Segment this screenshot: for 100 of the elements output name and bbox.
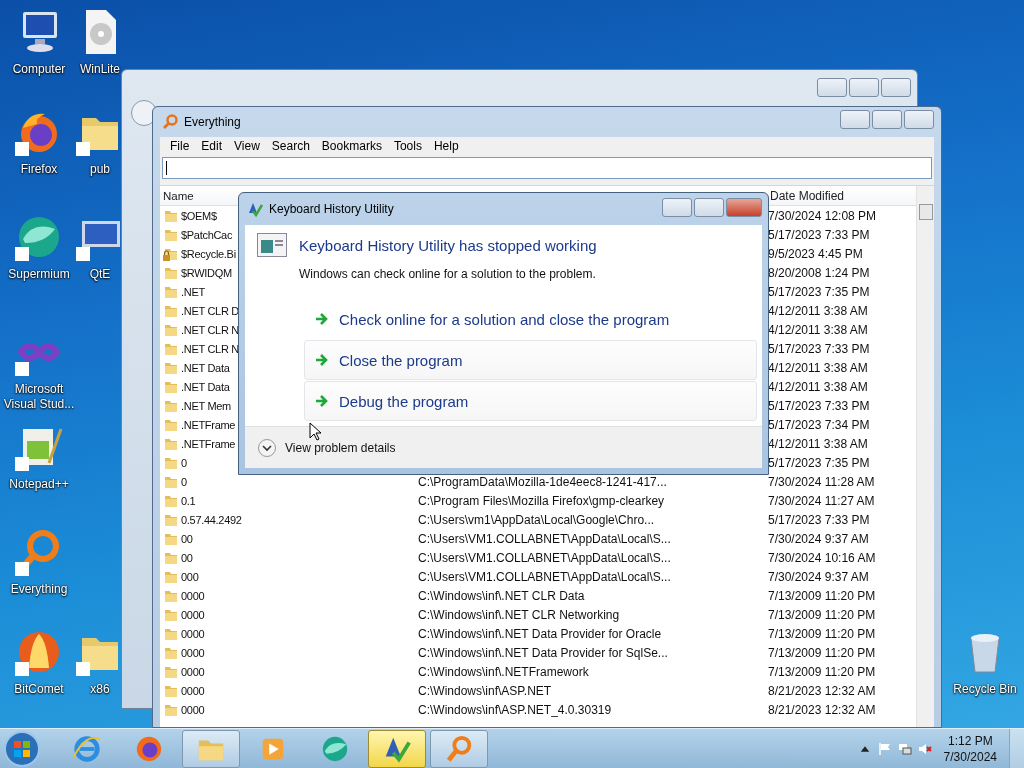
file-name: .NET Data <box>181 380 230 393</box>
desktop-icon-label[interactable]: Everything <box>1 582 77 597</box>
file-path: C:\Program Files\Mozilla Firefox\gmp-clearkey <box>418 493 665 508</box>
arrow-icon <box>315 312 329 326</box>
show-desktop-button[interactable] <box>1009 729 1024 768</box>
file-path: C:\Windows\inf\.NET Data Provider for Oracle <box>418 626 662 641</box>
date-modified: 9/5/2023 4:45 PM <box>768 246 864 261</box>
date-modified: 5/17/2023 7:33 PM <box>768 398 871 413</box>
muted-speaker-icon[interactable] <box>917 741 932 756</box>
menu-item[interactable]: Bookmarks <box>315 139 388 153</box>
menu-item[interactable]: Edit <box>195 139 229 153</box>
scrollbar[interactable] <box>916 186 934 727</box>
file-name: .NET <box>181 285 205 298</box>
file-path: C:\Users\VM1.COLLABNET\AppData\Local\S... <box>418 531 671 546</box>
file-name: .NET Data <box>181 361 230 374</box>
desktop-icon-label[interactable]: Microsoft Visual Stud... <box>1 382 77 412</box>
command-link[interactable]: Debug the program <box>304 381 757 421</box>
desktop-icon-label[interactable]: Supermium <box>1 267 77 282</box>
desktop-icon-label[interactable]: Firefox <box>1 162 77 177</box>
file-name: 0000 <box>181 589 205 602</box>
minimize-button[interactable] <box>662 197 692 217</box>
date-modified: 5/17/2023 7:33 PM <box>768 227 871 242</box>
file-name: 000 <box>181 570 199 583</box>
arrow-icon <box>315 353 329 367</box>
clock-time: 1:12 PM <box>947 732 993 749</box>
minimize-button[interactable] <box>817 78 847 97</box>
file-name: .NET CLR N <box>181 342 239 355</box>
taskbar-button[interactable] <box>430 729 488 768</box>
date-modified: 7/30/2024 11:28 AM <box>768 474 876 489</box>
file-name: 0000 <box>181 608 205 621</box>
date-modified: 5/17/2023 7:34 PM <box>768 417 871 432</box>
window-title: Everything <box>184 115 241 129</box>
file-path: C:\ProgramData\Mozilla-1de4eec8-1241-417... <box>418 474 667 489</box>
magnifier-icon <box>162 114 178 130</box>
date-modified: 4/12/2011 3:38 AM <box>768 360 869 375</box>
search-field[interactable] <box>162 157 932 179</box>
file-name: 0000 <box>181 684 205 697</box>
file-path: C:\Windows\inf\.NETFramework <box>418 664 589 679</box>
maximize-button[interactable] <box>872 109 902 129</box>
date-modified: 7/30/2024 12:08 PM <box>768 208 878 223</box>
file-name: 0000 <box>181 703 205 716</box>
file-path: C:\Users\VM1.COLLABNET\AppData\Local\S... <box>418 550 671 565</box>
clock-date: 7/30/2024 <box>943 748 997 765</box>
date-modified: 7/13/2009 11:20 PM <box>768 607 877 622</box>
file-name: 0000 <box>181 646 205 659</box>
date-modified: 7/30/2024 11:27 AM <box>768 493 876 508</box>
file-name: .NET Mem <box>181 399 231 412</box>
desktop-icon-label[interactable]: QtE <box>89 267 111 282</box>
close-button[interactable] <box>881 78 911 97</box>
date-modified: 7/30/2024 9:37 AM <box>768 569 870 584</box>
file-name: 0.1 <box>181 494 196 507</box>
date-modified: 4/12/2011 3:38 AM <box>768 436 869 451</box>
details-link[interactable]: View problem details <box>285 440 396 455</box>
minimize-button[interactable] <box>840 109 870 129</box>
taskbar-button[interactable] <box>182 729 240 768</box>
menu-item[interactable]: Help <box>427 139 465 153</box>
desktop-icon-label[interactable]: WinLite <box>80 62 120 77</box>
close-button[interactable] <box>726 197 762 217</box>
date-modified: 5/17/2023 7:33 PM <box>768 512 871 527</box>
desktop-icon-label[interactable]: Notepad++ <box>1 477 77 492</box>
command-link[interactable]: Close the program <box>304 340 757 380</box>
file-name: 0 <box>181 456 187 469</box>
menu-item[interactable]: Search <box>265 139 316 153</box>
network-icon[interactable] <box>897 741 912 756</box>
desktop-icon-label[interactable]: pub <box>90 162 110 177</box>
file-path: C:\Windows\inf\ASP.NET_4.0.30319 <box>418 702 612 717</box>
menu-item[interactable]: File <box>164 139 196 153</box>
file-name: $PatchCac <box>181 228 233 241</box>
file-name: $OEM$ <box>181 209 217 222</box>
file-name: 0 <box>181 475 187 488</box>
date-modified: 8/20/2008 1:24 PM <box>768 265 871 280</box>
desktop-icon-label[interactable]: Computer <box>1 62 77 77</box>
file-path: C:\Windows\inf\.NET CLR Networking <box>418 607 620 622</box>
taskbar-button[interactable] <box>368 729 426 768</box>
back-button[interactable] <box>131 100 157 126</box>
file-name: 0.57.44.2492 <box>181 513 242 526</box>
maximize-button[interactable] <box>849 78 879 97</box>
file-name: 0000 <box>181 627 205 640</box>
warning-check-icon <box>247 201 263 217</box>
close-button[interactable] <box>904 109 934 129</box>
application-window-icon <box>257 233 287 257</box>
file-name: $RWIDQM <box>181 266 232 279</box>
clock[interactable]: 1:12 PM 7/30/2024 <box>937 732 1003 765</box>
date-modified: 7/13/2009 11:20 PM <box>768 626 877 641</box>
date-modified: 8/21/2023 12:32 AM <box>768 702 877 717</box>
column-header[interactable]: Date Modified <box>768 188 916 203</box>
start-button[interactable] <box>2 728 42 768</box>
date-modified: 7/30/2024 9:37 AM <box>768 531 870 546</box>
date-modified: 4/12/2011 3:38 AM <box>768 322 869 337</box>
file-path: C:\Users\vm1\AppData\Local\Google\Chro... <box>418 512 655 527</box>
maximize-button[interactable] <box>694 197 724 217</box>
menu-item[interactable]: View <box>228 139 266 153</box>
menu-item[interactable]: Tools <box>387 139 428 153</box>
date-modified: 8/21/2023 12:32 AM <box>768 683 877 698</box>
expand-chevron-icon[interactable] <box>257 437 277 458</box>
file-path: C:\Windows\inf\.NET Data Provider for SqlSe... <box>418 645 668 660</box>
file-name: .NET CLR N <box>181 323 239 336</box>
flag-icon[interactable] <box>877 741 892 756</box>
file-name: .NETFrame <box>181 418 236 431</box>
date-modified: 4/12/2011 3:38 AM <box>768 303 869 318</box>
